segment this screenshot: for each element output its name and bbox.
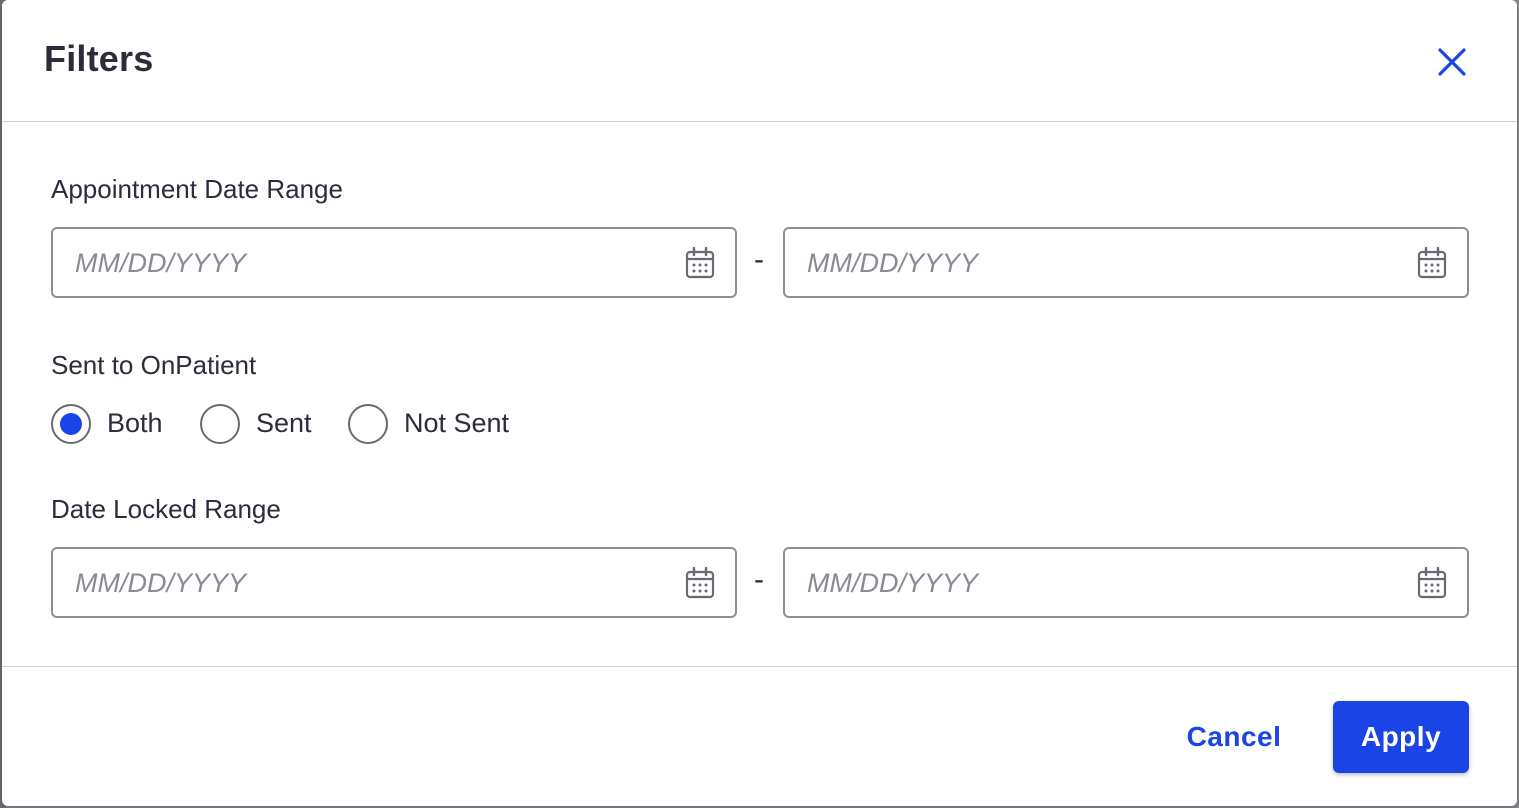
range-separator: - [754, 243, 764, 276]
calendar-icon[interactable] [685, 567, 715, 599]
radio-button[interactable] [348, 404, 388, 444]
dialog-footer: Cancel Apply [2, 667, 1517, 806]
calendar-icon[interactable] [1417, 567, 1447, 599]
filters-dialog: Filters Appointment Date Range - [2, 0, 1517, 806]
appointment-range-label: Appointment Date Range [51, 174, 343, 204]
dialog-title: Filters [44, 38, 154, 79]
locked-start-date-field[interactable] [51, 547, 737, 618]
radio-button-checked[interactable] [51, 404, 91, 444]
calendar-icon[interactable] [1417, 247, 1447, 279]
dialog-body: Appointment Date Range - [2, 122, 1517, 667]
radio-button[interactable] [200, 404, 240, 444]
appointment-start-date-field[interactable] [51, 227, 737, 298]
calendar-icon[interactable] [685, 247, 715, 279]
sent-to-onpatient-label: Sent to OnPatient [51, 350, 257, 380]
range-separator: - [754, 563, 764, 596]
appointment-end-date-field[interactable] [783, 227, 1469, 298]
close-icon [1438, 48, 1466, 76]
dialog-header: Filters [2, 0, 1517, 122]
appointment-start-date-input[interactable] [75, 241, 655, 285]
cancel-button[interactable]: Cancel [1178, 715, 1290, 759]
locked-start-date-input[interactable] [75, 561, 655, 605]
locked-end-date-input[interactable] [807, 561, 1387, 605]
close-button[interactable] [1434, 44, 1470, 80]
appointment-end-date-input[interactable] [807, 241, 1387, 285]
radio-label-both: Both [107, 408, 163, 438]
radio-label-sent: Sent [256, 408, 312, 438]
apply-button[interactable]: Apply [1333, 701, 1469, 773]
locked-end-date-field[interactable] [783, 547, 1469, 618]
date-locked-range-label: Date Locked Range [51, 494, 281, 524]
radio-label-not-sent: Not Sent [404, 408, 510, 438]
